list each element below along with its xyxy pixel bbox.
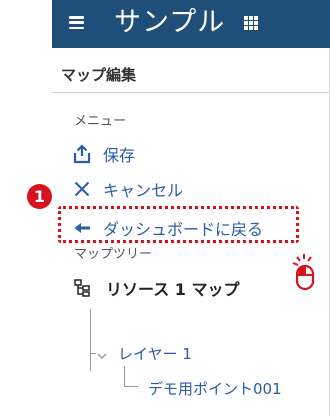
panel-title: マップ編集 [61, 66, 137, 84]
grid-apps-icon[interactable] [244, 16, 258, 30]
app-bar: サンプル [52, 0, 330, 48]
tree-connector-line [90, 309, 91, 371]
step-number-badge: 1 [27, 184, 52, 209]
app-title: サンプル [114, 7, 226, 38]
screen: サンプル マップ編集 メニュー 保存 キャンセル ダッシュボードに戻る マップツ… [0, 0, 330, 416]
tree-connector-line [124, 386, 138, 387]
tree-point-node[interactable]: デモ用ポイント001 [148, 378, 282, 399]
cancel-button[interactable]: キャンセル [72, 176, 183, 202]
panel-divider [52, 92, 330, 93]
menu-section-label: メニュー [74, 114, 127, 129]
cancel-label: キャンセル [103, 181, 184, 200]
highlight-dotted-box [58, 206, 299, 243]
tree-layer-label: レイヤー 1 [118, 345, 192, 363]
hamburger-icon[interactable] [69, 16, 84, 29]
save-button[interactable]: 保存 [72, 141, 135, 167]
tree-connector-line [124, 366, 125, 386]
close-x-icon [72, 179, 92, 199]
tree-root-map[interactable]: リソース 1 マップ [74, 276, 239, 300]
save-label: 保存 [103, 146, 136, 165]
mouse-click-icon [290, 252, 320, 292]
tree-layer-node[interactable]: レイヤー 1 [96, 343, 192, 364]
tree-root-label: リソース 1 マップ [106, 280, 240, 299]
share-upload-icon [72, 144, 92, 164]
hierarchy-icon [74, 279, 92, 297]
map-tree-section-label: マップツリー [74, 247, 153, 262]
chevron-down-icon[interactable] [96, 348, 108, 360]
